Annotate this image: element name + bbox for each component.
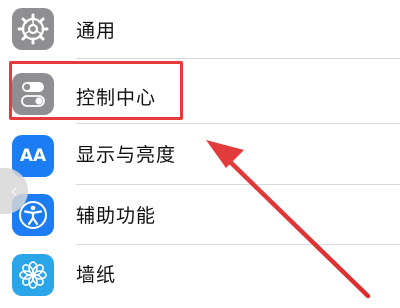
settings-item-accessibility[interactable]: 辅助功能: [0, 186, 400, 248]
divider: [76, 123, 400, 124]
icon-text: AA: [19, 146, 47, 166]
gear-icon: [12, 8, 54, 50]
settings-item-general[interactable]: 通用: [0, 0, 400, 62]
flower-icon: [12, 254, 54, 296]
settings-item-label: 辅助功能: [76, 205, 157, 227]
settings-item-display-brightness[interactable]: AA 显示与亮度: [0, 125, 400, 187]
settings-item-wallpaper[interactable]: 墙纸: [0, 246, 400, 308]
divider: [76, 58, 400, 59]
divider: [76, 184, 400, 185]
settings-item-label: 墙纸: [76, 264, 117, 286]
text-size-icon: AA: [12, 135, 54, 177]
chevron-left-icon: ‹: [9, 178, 19, 204]
highlight-box: [9, 61, 183, 120]
divider: [76, 244, 400, 245]
settings-item-label: 显示与亮度: [76, 144, 177, 166]
settings-item-label: 通用: [76, 20, 117, 42]
settings-list: 通用 控制中心 AA 显示与亮度 辅助功能 墙纸: [0, 0, 400, 300]
